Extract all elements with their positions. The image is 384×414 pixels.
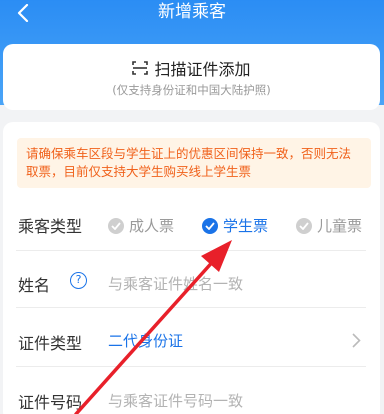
check-icon (108, 217, 124, 234)
id-number-input[interactable]: 与乘客证件号码一致 (108, 390, 243, 411)
id-type-label: 证件类型 (18, 334, 83, 353)
check-icon (296, 217, 312, 234)
passenger-type-label: 乘客类型 (18, 217, 83, 236)
passenger-form: 请确保乘车区段与学生证上的优惠区间保持一致，否则无法取票，目前仅支持大学生购买线… (3, 122, 380, 414)
name-input[interactable]: 与乘客证件姓名一致 (108, 273, 243, 294)
option-child[interactable]: 儿童票 (296, 215, 362, 236)
id-number-label: 证件号码 (18, 393, 83, 412)
divider (16, 366, 366, 367)
option-student-label: 学生票 (223, 217, 269, 235)
divider (16, 307, 366, 308)
name-label: 姓名 (18, 276, 51, 295)
page-title: 新增乘客 (158, 2, 226, 22)
option-adult-label: 成人票 (129, 217, 175, 235)
divider (16, 250, 366, 251)
scan-card[interactable]: 扫描证件添加 (仅支持身份证和中国大陆护照) (3, 44, 380, 110)
option-student[interactable]: 学生票 (202, 215, 268, 236)
scan-button[interactable]: 扫描证件添加 (3, 56, 380, 80)
scan-icon (132, 61, 149, 75)
check-icon (202, 217, 218, 234)
scan-label: 扫描证件添加 (154, 60, 251, 79)
option-child-label: 儿童票 (317, 217, 363, 235)
chevron-right-icon[interactable] (352, 333, 361, 348)
id-type-select[interactable]: 二代身份证 (108, 330, 183, 351)
question-icon[interactable]: ? (70, 272, 87, 289)
notice-banner: 请确保乘车区段与学生证上的优惠区间保持一致，否则无法取票，目前仅支持大学生购买线… (17, 138, 371, 188)
scan-note: (仅支持身份证和中国大陆护照) (112, 83, 271, 97)
option-adult[interactable]: 成人票 (108, 215, 174, 236)
